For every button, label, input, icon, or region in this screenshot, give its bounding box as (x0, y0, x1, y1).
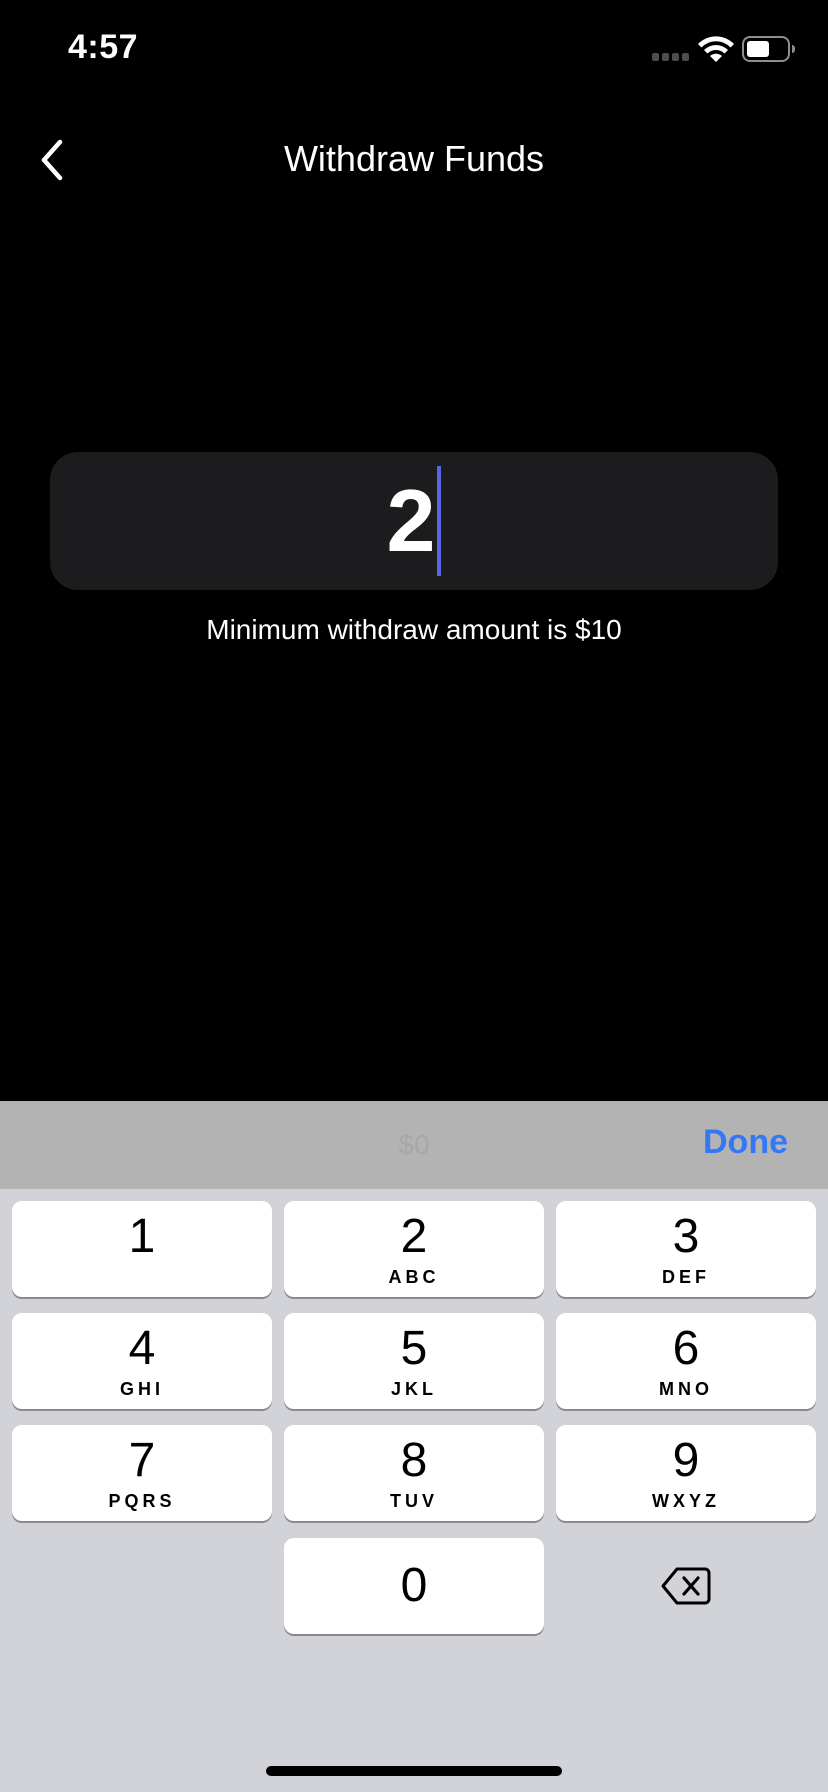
backspace-icon (661, 1567, 711, 1605)
text-caret (437, 466, 442, 576)
key-letters: DEF (662, 1267, 710, 1287)
key-2[interactable]: 2 ABC (284, 1201, 544, 1297)
minimum-amount-hint: Minimum withdraw amount is $10 (206, 614, 622, 645)
amount-value: 2 (386, 471, 436, 570)
cellular-signal-icon (652, 53, 689, 61)
wifi-icon (698, 36, 734, 62)
key-letters: JKL (390, 1379, 437, 1399)
page-title: Withdraw Funds (283, 138, 545, 179)
key-letters: ABC (388, 1267, 440, 1287)
status-time: 4:57 (68, 28, 139, 66)
key-letters: GHI (119, 1379, 164, 1399)
key-digit: 1 (128, 1210, 156, 1263)
key-digit: 7 (128, 1434, 156, 1487)
delete-key[interactable] (556, 1538, 816, 1634)
key-5[interactable]: 5 JKL (284, 1313, 544, 1409)
numeric-keyboard: $0 Done 1 2 ABC 3 DEF 4 GHI 5 JKL 6 MNO … (0, 1101, 828, 1792)
key-0[interactable]: 0 (284, 1538, 544, 1634)
key-4[interactable]: 4 GHI (12, 1313, 272, 1409)
key-7[interactable]: 7 PQRS (12, 1425, 272, 1521)
key-digit: 5 (400, 1322, 428, 1375)
keyboard-accessory-bar: $0 Done (0, 1101, 828, 1189)
key-digit: 9 (672, 1434, 700, 1487)
key-digit: 8 (400, 1434, 428, 1487)
withdraw-funds-screen: 4:57 Withdraw Funds 2 Minimum withdraw a… (0, 0, 828, 1792)
key-9[interactable]: 9 WXYZ (556, 1425, 816, 1521)
amount-input[interactable]: 2 (50, 452, 778, 590)
key-letters: PQRS (108, 1491, 176, 1511)
key-digit: 6 (672, 1322, 700, 1375)
key-digit: 4 (128, 1322, 156, 1375)
key-1[interactable]: 1 (12, 1201, 272, 1297)
key-digit: 0 (400, 1559, 428, 1612)
home-indicator[interactable] (266, 1766, 562, 1776)
key-letters: WXYZ (652, 1491, 720, 1511)
key-letters: MNO (659, 1379, 713, 1399)
amount-input-content: 2 (50, 452, 778, 590)
key-3[interactable]: 3 DEF (556, 1201, 816, 1297)
done-button[interactable]: Done (703, 1123, 788, 1162)
status-bar: 4:57 (0, 0, 828, 100)
key-digit: 3 (672, 1210, 700, 1263)
key-6[interactable]: 6 MNO (556, 1313, 816, 1409)
key-8[interactable]: 8 TUV (284, 1425, 544, 1521)
battery-icon (742, 36, 795, 62)
key-digit: 2 (400, 1210, 428, 1263)
key-letters: TUV (390, 1491, 438, 1511)
